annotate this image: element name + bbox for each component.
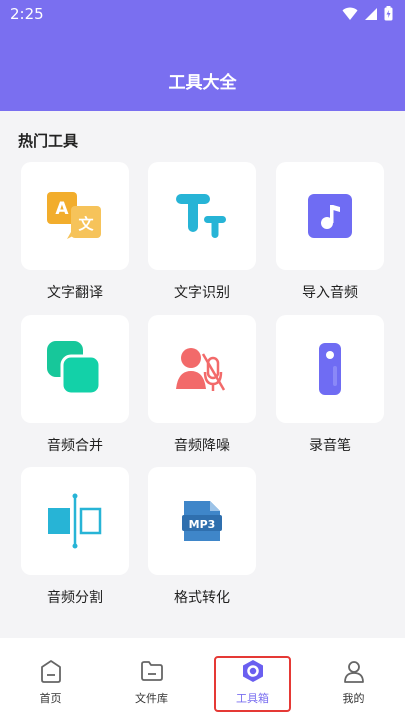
- folder-icon: [140, 661, 163, 681]
- nav-item-home[interactable]: 首页: [0, 646, 101, 710]
- page-title: 工具大全: [168, 73, 237, 93]
- recorder-pen-icon: [319, 343, 341, 395]
- audio-denoise-icon: [176, 348, 226, 391]
- battery-icon: [384, 6, 393, 21]
- format-convert-icon: MP3: [182, 501, 222, 541]
- svg-text:文: 文: [78, 215, 94, 233]
- status-time: 2:25: [10, 5, 44, 23]
- header-bar: 2:25 工具大全: [0, 0, 405, 111]
- svg-text:A: A: [55, 199, 69, 219]
- tool-format-convert[interactable]: MP3 格式转化: [148, 467, 256, 607]
- section-title: 热门工具: [18, 132, 79, 150]
- highlight-annotation: [214, 656, 291, 712]
- bottom-navigation: 首页 文件库 工具箱 我的: [0, 638, 405, 720]
- translate-icon: A 文: [47, 192, 101, 239]
- home-icon: [40, 660, 61, 683]
- nav-label: 文件库: [135, 692, 168, 705]
- tool-audio-split[interactable]: 音频分割: [21, 467, 129, 607]
- tool-audio-merge[interactable]: 音频合并: [21, 315, 129, 455]
- nav-label: 我的: [342, 692, 365, 705]
- tool-label: 音频降噪: [174, 438, 230, 454]
- tool-label: 格式转化: [174, 590, 230, 606]
- nav-item-profile[interactable]: 我的: [303, 646, 404, 710]
- text-recognition-icon: [176, 194, 226, 238]
- svg-text:MP3: MP3: [189, 518, 216, 531]
- tool-label: 录音笔: [309, 438, 351, 454]
- tool-recorder-pen[interactable]: 录音笔: [276, 315, 384, 455]
- tool-text-recognition[interactable]: 文字识别: [148, 162, 256, 302]
- tool-label: 音频合并: [47, 438, 103, 454]
- tool-label: 导入音频: [302, 285, 358, 301]
- audio-merge-icon: [47, 341, 102, 396]
- status-bar: 2:25: [0, 0, 405, 28]
- tool-translate[interactable]: A 文 文字翻译: [21, 162, 129, 302]
- profile-icon: [343, 661, 364, 683]
- main-content: 热门工具 A 文 文字翻译 文字识别 导入音频 音频合并 音频降噪 录音笔 音频…: [0, 111, 405, 638]
- tool-audio-denoise[interactable]: 音频降噪: [148, 315, 256, 455]
- wifi-icon: [342, 7, 358, 20]
- tool-label: 文字识别: [174, 285, 230, 301]
- tool-label: 文字翻译: [47, 285, 103, 301]
- tool-label: 音频分割: [47, 590, 103, 606]
- audio-split-icon: [48, 493, 102, 549]
- nav-item-files[interactable]: 文件库: [101, 646, 202, 710]
- tool-import-audio[interactable]: 导入音频: [276, 162, 384, 302]
- signal-icon: [365, 7, 377, 20]
- import-audio-icon: [308, 194, 352, 238]
- nav-label: 首页: [39, 692, 62, 705]
